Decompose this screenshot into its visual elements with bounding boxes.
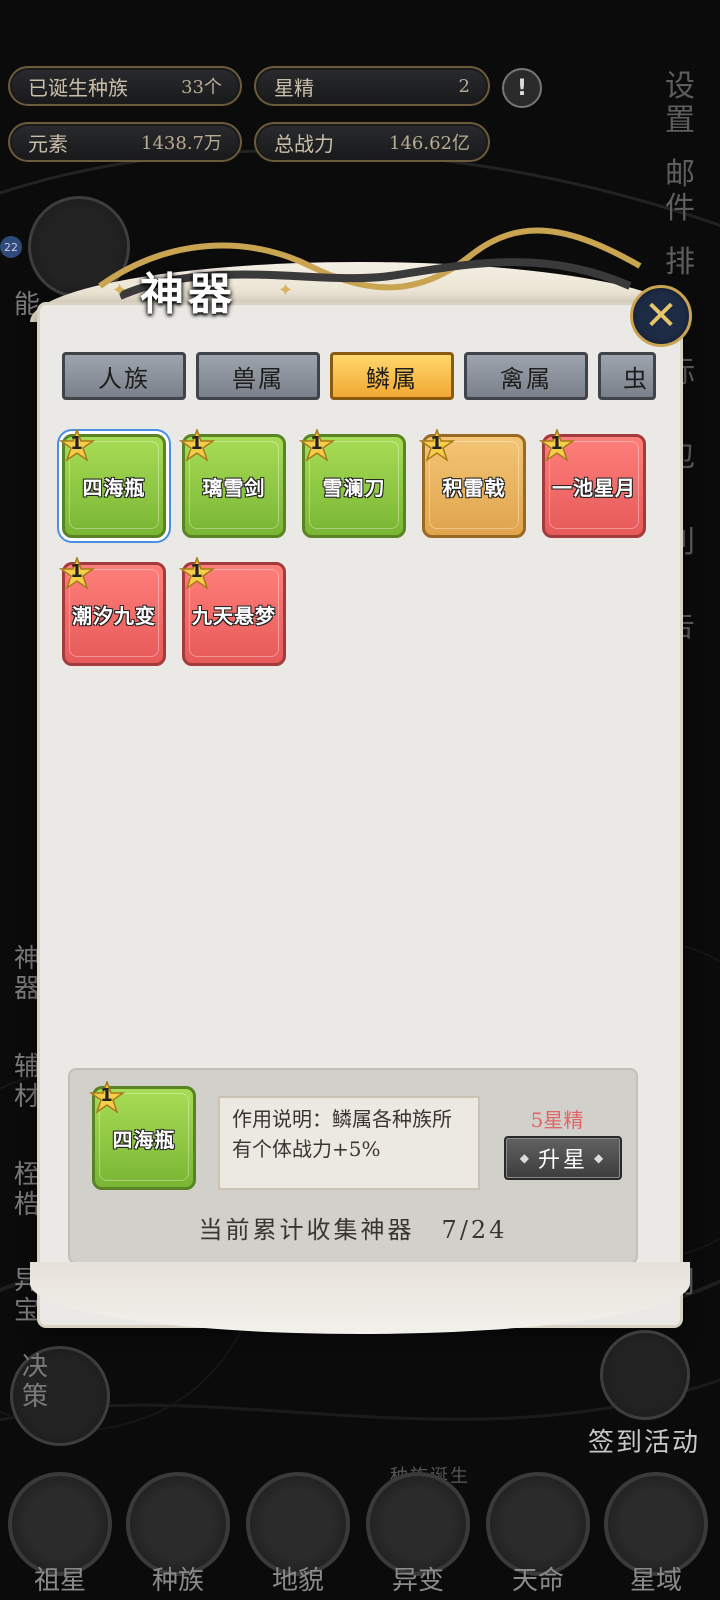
star-icon: 1 <box>298 427 336 463</box>
tab-insect-label: 虫 <box>623 364 649 393</box>
tab-bird[interactable]: 禽属 <box>464 352 588 400</box>
star-count: 1 <box>100 1085 114 1106</box>
artifact-card[interactable]: 1 璃雪剑 <box>178 427 286 538</box>
checkin-activity-button[interactable]: 签到活动 <box>588 1422 700 1459</box>
tab-scale-label: 鳞属 <box>366 364 418 393</box>
nav-mutation[interactable]: 异变 <box>366 1560 470 1597</box>
decision-side-button[interactable]: 决策 <box>18 1352 52 1412</box>
settings-button[interactable]: 设置 <box>646 70 714 138</box>
close-icon: ✕ <box>644 293 678 339</box>
shackle-side-label: 桎梏 <box>13 1160 40 1220</box>
nav-star-domain[interactable]: 星域 <box>604 1560 708 1597</box>
upgrade-star-button[interactable]: ◆ 升星 ◆ <box>504 1136 622 1180</box>
tab-human-label: 人族 <box>98 364 150 393</box>
title-left-diamond-icon: ✦ <box>112 280 128 301</box>
total-power-value: 146.62亿 <box>389 133 470 154</box>
shackle-side-button[interactable]: 桎梏 <box>10 1160 44 1220</box>
element-stat: 元素 1438.7万 <box>8 122 242 162</box>
element-value: 1438.7万 <box>141 133 222 154</box>
star-count: 1 <box>190 561 204 582</box>
artifact-side-label: 神器 <box>13 944 40 1004</box>
nav-destiny[interactable]: 天命 <box>486 1560 590 1597</box>
decision-side-label: 决策 <box>21 1352 48 1412</box>
artifact-card[interactable]: 1 一池星月 <box>538 427 646 538</box>
title-right-diamond-icon: ✦ <box>278 280 294 301</box>
races-born-value: 33个 <box>181 77 222 98</box>
star-essence-value: 2 <box>458 75 470 97</box>
star-essence-label: 星精 <box>274 75 314 100</box>
star-count: 1 <box>70 433 84 454</box>
tab-beast[interactable]: 兽属 <box>196 352 320 400</box>
dialog-title: 神器 <box>140 269 236 320</box>
rank-button[interactable]: 排 <box>646 246 714 280</box>
artifact-card[interactable]: 1 四海瓶 <box>58 427 166 538</box>
artifact-card[interactable]: 1 雪澜刀 <box>298 427 406 538</box>
star-icon: 1 <box>58 555 96 591</box>
tab-human[interactable]: 人族 <box>62 352 186 400</box>
right-ornament-icon: ◆ <box>594 1151 607 1165</box>
checkin-icon[interactable] <box>600 1330 690 1420</box>
close-button[interactable]: ✕ <box>630 285 692 347</box>
mail-button[interactable]: 邮件 <box>646 158 714 226</box>
star-icon: 1 <box>178 427 216 463</box>
total-power-stat: 总战力 146.62亿 <box>254 122 490 162</box>
artifact-description: 作用说明：鳞属各种族所有个体战力+5% <box>218 1096 480 1190</box>
star-icon: 1 <box>88 1079 126 1115</box>
element-label: 元素 <box>28 131 68 156</box>
auxiliary-side-label: 辅材 <box>13 1052 40 1112</box>
tab-scale[interactable]: 鳞属 <box>330 352 454 400</box>
races-born-label: 已诞生种族 <box>28 75 128 100</box>
artifact-side-button[interactable]: 神器 <box>10 944 44 1004</box>
star-count: 1 <box>310 433 324 454</box>
settings-label: 设置 <box>665 69 695 138</box>
star-icon: 1 <box>58 427 96 463</box>
star-count: 1 <box>550 433 564 454</box>
auxiliary-side-button[interactable]: 辅材 <box>10 1052 44 1112</box>
tab-bird-label: 禽属 <box>500 364 552 393</box>
upgrade-star-label: 升星 <box>537 1148 588 1173</box>
left-ornament-icon: ◆ <box>519 1151 532 1165</box>
nav-terrain[interactable]: 地貌 <box>246 1560 350 1597</box>
collection-progress: 当前累计收集神器 7/24 <box>198 1216 508 1244</box>
upgrade-cost: 5星精 <box>530 1108 584 1132</box>
artifact-card[interactable]: 1 潮汐九变 <box>58 555 166 666</box>
tab-beast-label: 兽属 <box>232 364 284 393</box>
star-count: 1 <box>430 433 444 454</box>
star-count: 1 <box>70 561 84 582</box>
selected-artifact-card: 1 四海瓶 <box>88 1079 196 1190</box>
star-icon: 1 <box>178 555 216 591</box>
notification-badge: 22 <box>0 236 22 258</box>
total-power-label: 总战力 <box>274 131 334 156</box>
star-count: 1 <box>190 433 204 454</box>
star-essence-stat: 星精 2 <box>254 66 490 106</box>
star-icon: 1 <box>418 427 456 463</box>
races-born-stat: 已诞生种族 33个 <box>8 66 242 106</box>
nav-ancestral-star[interactable]: 祖星 <box>8 1560 112 1597</box>
artifact-card[interactable]: 1 积雷戟 <box>418 427 526 538</box>
alert-icon[interactable]: ! <box>502 68 542 108</box>
star-icon: 1 <box>538 427 576 463</box>
tab-insect[interactable]: 虫 <box>598 352 656 400</box>
artifact-card[interactable]: 1 九天悬梦 <box>178 555 286 666</box>
mail-label: 邮件 <box>665 157 695 226</box>
nav-race[interactable]: 种族 <box>126 1560 230 1597</box>
rank-label: 排 <box>665 245 695 280</box>
